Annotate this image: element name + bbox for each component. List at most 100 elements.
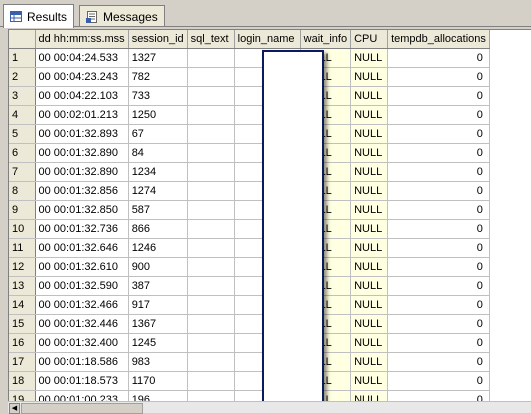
cell-cpu[interactable]: NULL [350,314,389,334]
row-number[interactable]: 5 [9,124,36,144]
cell-tempdb-allocations[interactable]: 0 [387,48,490,68]
cell-cpu[interactable]: NULL [350,124,389,144]
cell-tempdb-allocations[interactable]: 0 [387,200,490,220]
cell-sql-text[interactable] [187,48,235,68]
row-number[interactable]: 1 [9,48,36,68]
cell-cpu[interactable]: NULL [350,200,389,220]
cell-session-id[interactable]: 67 [128,124,188,144]
cell-tempdb-allocations[interactable]: 0 [387,257,490,277]
scrollbar-thumb[interactable] [21,403,143,414]
cell-duration[interactable]: 00 00:04:23.243 [35,67,129,87]
cell-session-id[interactable]: 900 [128,257,188,277]
cell-sql-text[interactable] [187,143,235,163]
cell-tempdb-allocations[interactable]: 0 [387,295,490,315]
cell-sql-text[interactable] [187,352,235,372]
cell-sql-text[interactable] [187,333,235,353]
column-header-wait-info[interactable]: wait_info [300,30,352,49]
table-row[interactable]: 1300 00:01:32.590387NULLNULL0 [9,276,490,296]
column-header-duration[interactable]: dd hh:mm:ss.mss [35,30,129,49]
table-row[interactable]: 700 00:01:32.8901234NULLNULL0 [9,162,490,182]
cell-session-id[interactable]: 1170 [128,371,188,391]
tab-results[interactable]: Results [3,4,75,28]
column-header-session-id[interactable]: session_id [128,30,188,49]
row-number[interactable]: 8 [9,181,36,201]
column-header-sql-text[interactable]: sql_text [187,30,235,49]
cell-duration[interactable]: 00 00:01:32.893 [35,124,129,144]
corner-header[interactable] [9,30,36,49]
row-number[interactable]: 13 [9,276,36,296]
row-number[interactable]: 16 [9,333,36,353]
cell-duration[interactable]: 00 00:01:32.400 [35,333,129,353]
cell-duration[interactable]: 00 00:01:18.586 [35,352,129,372]
cell-tempdb-allocations[interactable]: 0 [387,333,490,353]
cell-cpu[interactable]: NULL [350,105,389,125]
row-number[interactable]: 2 [9,67,36,87]
cell-sql-text[interactable] [187,219,235,239]
cell-cpu[interactable]: NULL [350,276,389,296]
horizontal-scrollbar[interactable]: ◀ [8,401,531,414]
cell-duration[interactable]: 00 00:01:18.573 [35,371,129,391]
table-row[interactable]: 200 00:04:23.243782NULLNULL0 [9,67,490,87]
cell-tempdb-allocations[interactable]: 0 [387,314,490,334]
cell-cpu[interactable]: NULL [350,219,389,239]
cell-duration[interactable]: 00 00:02:01.213 [35,105,129,125]
cell-session-id[interactable]: 587 [128,200,188,220]
table-row[interactable]: 100 00:04:24.5331327NULLNULL0 [9,48,490,68]
cell-cpu[interactable]: NULL [350,48,389,68]
cell-sql-text[interactable] [187,257,235,277]
cell-sql-text[interactable] [187,86,235,106]
cell-tempdb-allocations[interactable]: 0 [387,162,490,182]
cell-sql-text[interactable] [187,124,235,144]
table-row[interactable]: 900 00:01:32.850587NULLNULL0 [9,200,490,220]
cell-sql-text[interactable] [187,371,235,391]
cell-sql-text[interactable] [187,238,235,258]
cell-session-id[interactable]: 1234 [128,162,188,182]
cell-duration[interactable]: 00 00:04:22.103 [35,86,129,106]
cell-session-id[interactable]: 1327 [128,48,188,68]
table-row[interactable]: 1000 00:01:32.736866NULLNULL0 [9,219,490,239]
table-row[interactable]: 1400 00:01:32.466917NULLNULL0 [9,295,490,315]
cell-sql-text[interactable] [187,276,235,296]
table-row[interactable]: 800 00:01:32.8561274NULLNULL0 [9,181,490,201]
cell-sql-text[interactable] [187,181,235,201]
cell-tempdb-allocations[interactable]: 0 [387,276,490,296]
cell-duration[interactable]: 00 00:04:24.533 [35,48,129,68]
row-number[interactable]: 10 [9,219,36,239]
table-row[interactable]: 400 00:02:01.2131250NULLNULL0 [9,105,490,125]
column-header-cpu[interactable]: CPU [350,30,389,49]
cell-sql-text[interactable] [187,162,235,182]
cell-sql-text[interactable] [187,200,235,220]
cell-cpu[interactable]: NULL [350,295,389,315]
cell-session-id[interactable]: 733 [128,86,188,106]
cell-cpu[interactable]: NULL [350,181,389,201]
cell-duration[interactable]: 00 00:01:32.590 [35,276,129,296]
cell-session-id[interactable]: 387 [128,276,188,296]
cell-tempdb-allocations[interactable]: 0 [387,86,490,106]
table-row[interactable]: 300 00:04:22.103733NULLNULL0 [9,86,490,106]
cell-duration[interactable]: 00 00:01:32.646 [35,238,129,258]
scroll-left-icon[interactable]: ◀ [9,403,20,414]
row-number[interactable]: 4 [9,105,36,125]
table-row[interactable]: 1600 00:01:32.4001245NULLNULL0 [9,333,490,353]
row-number[interactable]: 6 [9,143,36,163]
cell-duration[interactable]: 00 00:01:32.446 [35,314,129,334]
cell-cpu[interactable]: NULL [350,257,389,277]
cell-duration[interactable]: 00 00:01:32.736 [35,219,129,239]
cell-cpu[interactable]: NULL [350,371,389,391]
cell-sql-text[interactable] [187,314,235,334]
row-number[interactable]: 15 [9,314,36,334]
cell-cpu[interactable]: NULL [350,86,389,106]
cell-duration[interactable]: 00 00:01:32.856 [35,181,129,201]
cell-tempdb-allocations[interactable]: 0 [387,143,490,163]
cell-sql-text[interactable] [187,295,235,315]
cell-duration[interactable]: 00 00:01:32.610 [35,257,129,277]
cell-session-id[interactable]: 1246 [128,238,188,258]
column-header-tempdb-allocations[interactable]: tempdb_allocations [387,30,490,49]
table-row[interactable]: 1200 00:01:32.610900NULLNULL0 [9,257,490,277]
row-number[interactable]: 9 [9,200,36,220]
row-number[interactable]: 14 [9,295,36,315]
cell-session-id[interactable]: 1250 [128,105,188,125]
cell-session-id[interactable]: 1367 [128,314,188,334]
table-row[interactable]: 1100 00:01:32.6461246NULLNULL0 [9,238,490,258]
table-row[interactable]: 500 00:01:32.89367NULLNULL0 [9,124,490,144]
